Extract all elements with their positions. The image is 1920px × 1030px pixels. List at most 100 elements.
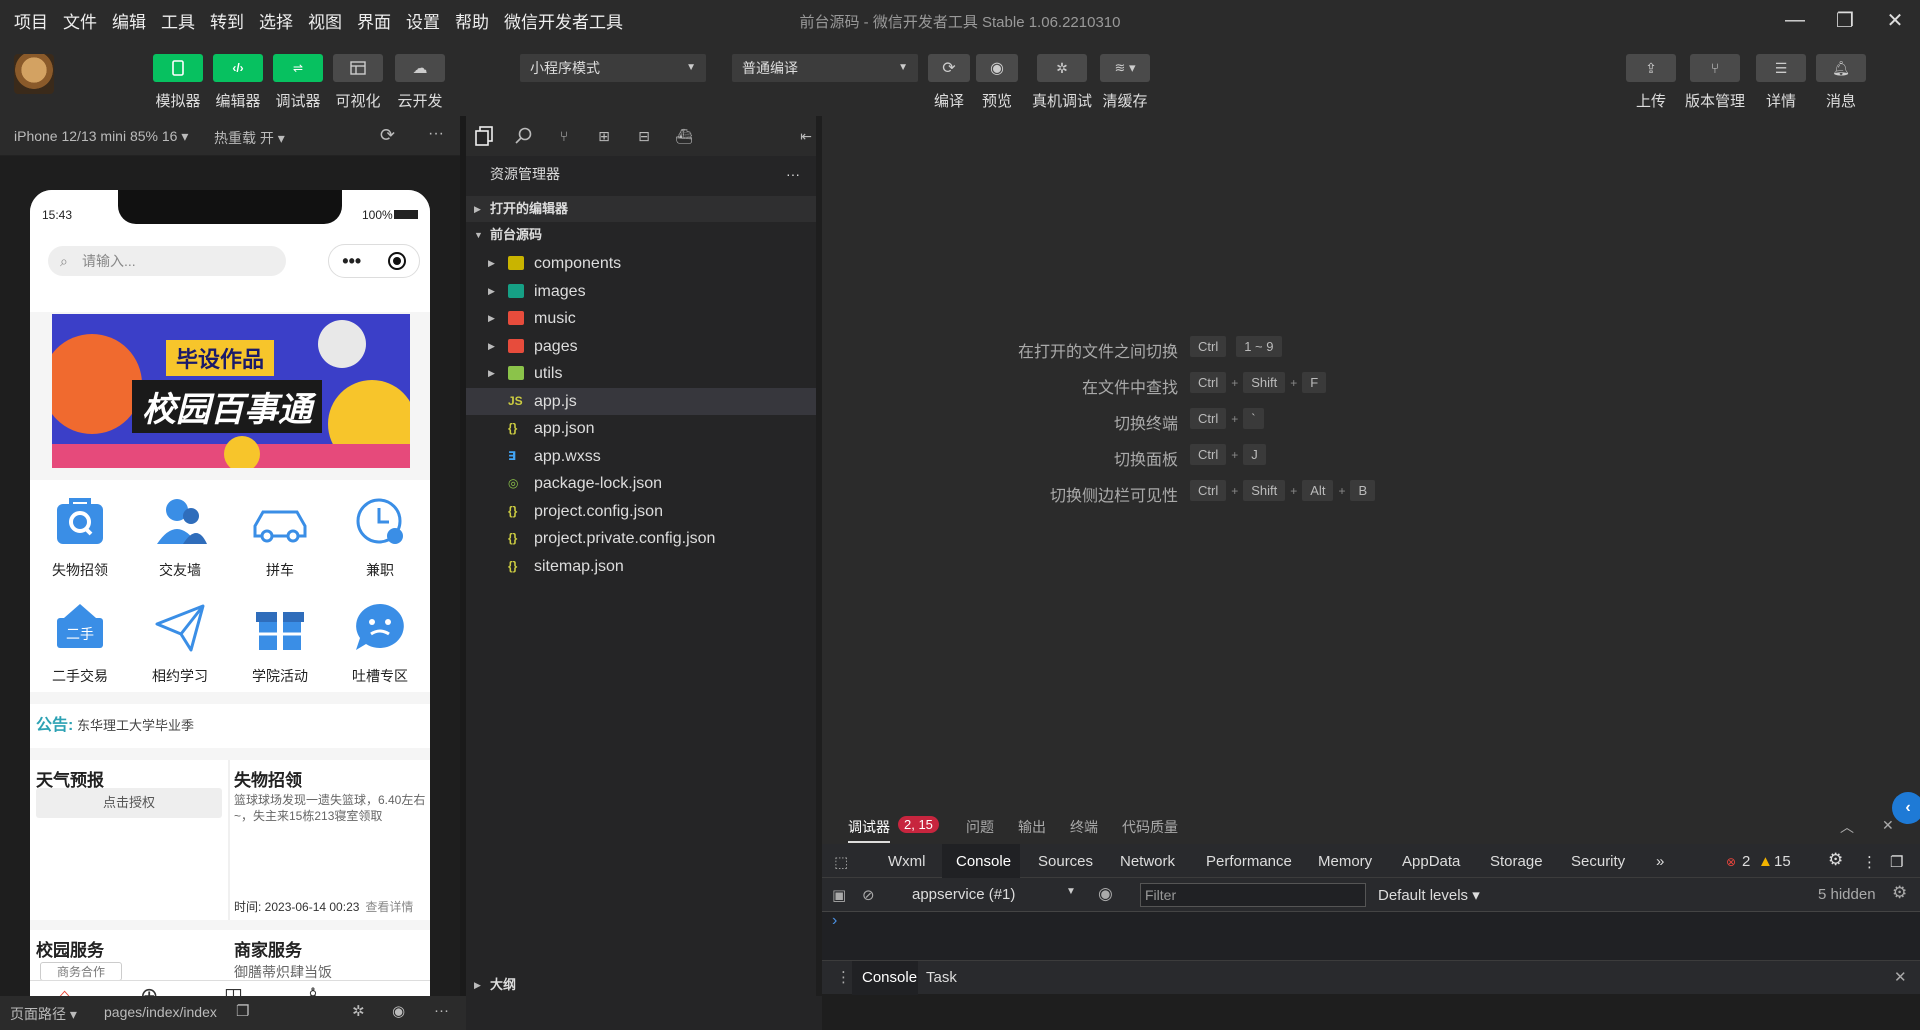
inspect-icon[interactable]: ⬚ (834, 853, 848, 871)
docker-icon[interactable]: ⛴︎ (672, 124, 696, 148)
debugger-toggle-button[interactable]: ⇌ (273, 54, 323, 82)
panel-console[interactable]: Console (956, 853, 1011, 870)
tree-folder[interactable]: ▶ music (466, 305, 822, 332)
open-editors-section[interactable]: ▶ 打开的编辑器 (466, 196, 822, 222)
preview-button[interactable]: ◉ (976, 54, 1018, 82)
panel-memory[interactable]: Memory (1318, 853, 1372, 870)
panel-wxml[interactable]: Wxml (888, 853, 926, 870)
menu-item-interface[interactable]: 界面 (357, 8, 391, 33)
menu-item-settings[interactable]: 设置 (406, 8, 440, 33)
more-icon[interactable]: ··· (434, 1002, 449, 1019)
compile-button[interactable]: ⟳ (928, 54, 970, 82)
panel-appdata[interactable]: AppData (1402, 853, 1460, 870)
menu-item-edit[interactable]: 编辑 (112, 8, 146, 33)
context-select[interactable]: appservice (#1) (912, 886, 1015, 903)
extensions-icon[interactable]: ⊞ (592, 124, 616, 148)
details-button[interactable]: ☰ (1756, 54, 1806, 82)
bag-icon[interactable]: ◫ (224, 983, 243, 996)
avatar[interactable] (14, 54, 54, 94)
source-control-icon[interactable]: ⑂ (552, 124, 576, 148)
storage-icon[interactable]: ⊟ (632, 124, 656, 148)
eye-icon[interactable]: ◉ (1098, 884, 1113, 904)
tab-debugger[interactable]: 调试器 (848, 817, 890, 843)
outline-section[interactable]: ▶ 大纲 (466, 972, 822, 998)
grid-item-carpool[interactable]: 拼车 (230, 490, 330, 580)
version-button[interactable]: ⑂ (1690, 54, 1740, 82)
drawer-menu-icon[interactable]: ⋮ (836, 968, 851, 986)
menu-item-project[interactable]: 项目 (14, 8, 48, 33)
drawer-tab-task[interactable]: Task (926, 969, 957, 986)
tab-code-quality[interactable]: 代码质量 (1122, 817, 1178, 837)
panel-security[interactable]: Security (1571, 853, 1625, 870)
cloud-button[interactable]: ☁ (395, 54, 445, 82)
grid-item-part-time[interactable]: 兼职 (330, 490, 430, 580)
warning-count[interactable]: 15 (1774, 853, 1791, 870)
simulator-toggle-button[interactable] (153, 54, 203, 82)
panel-performance[interactable]: Performance (1206, 853, 1292, 870)
rotate-icon[interactable]: ⟳ (380, 125, 395, 146)
tab-output[interactable]: 输出 (1018, 817, 1046, 837)
notice-bar[interactable]: 公告: 东华理工大学毕业季 (30, 704, 430, 748)
error-count[interactable]: 2 (1742, 853, 1750, 870)
bug-icon[interactable]: ✲ (352, 1002, 365, 1020)
tab-problems[interactable]: 问题 (966, 817, 994, 837)
menu-item-select[interactable]: 选择 (259, 8, 293, 33)
tree-file[interactable]: {} project.private.config.json (466, 525, 822, 552)
close-panel-icon[interactable]: ✕ (1882, 817, 1894, 834)
view-details-link[interactable]: 查看详情 (365, 900, 413, 914)
filter-input[interactable]: Filter (1140, 883, 1366, 907)
explorer-more-icon[interactable]: ··· (786, 156, 800, 192)
tab-terminal[interactable]: 终端 (1070, 817, 1098, 837)
grid-item-lost-found[interactable]: 失物招领 (30, 490, 130, 580)
editor-toggle-button[interactable]: ‹/› (213, 54, 263, 82)
panel-sources[interactable]: Sources (1038, 853, 1093, 870)
tree-folder[interactable]: ▶ components (466, 250, 822, 277)
gear-icon[interactable]: ⚙ (1892, 883, 1907, 903)
tree-file[interactable]: {} project.config.json (466, 498, 822, 525)
menu-item-help[interactable]: 帮助 (455, 8, 489, 33)
menu-item-goto[interactable]: 转到 (210, 8, 244, 33)
grid-item-study[interactable]: 相约学习 (130, 596, 230, 686)
panel-storage[interactable]: Storage (1490, 853, 1543, 870)
banner[interactable]: 毕设作品 校园百事通 (52, 314, 410, 468)
tree-file[interactable]: ◎ package-lock.json (466, 470, 822, 497)
more-panels-icon[interactable]: » (1656, 853, 1664, 870)
panel-network[interactable]: Network (1120, 853, 1175, 870)
tree-file[interactable]: {} sitemap.json (466, 553, 822, 580)
tree-file[interactable]: JS app.js (466, 387, 822, 415)
user-icon[interactable]: ♙ (304, 983, 322, 996)
mode-select[interactable]: 小程序模式 ▼ (520, 54, 706, 82)
grid-item-secondhand[interactable]: 二手 二手交易 (30, 596, 130, 686)
files-icon[interactable] (472, 124, 496, 148)
auth-button[interactable]: 点击授权 (36, 788, 222, 818)
copy-icon[interactable]: ❐ (236, 1002, 249, 1020)
tree-file[interactable]: ∃ app.wxss (466, 443, 822, 470)
sidebar-toggle-icon[interactable]: ▣ (832, 886, 846, 904)
close-drawer-icon[interactable]: ✕ (1894, 968, 1907, 986)
upload-button[interactable]: ⇪ (1626, 54, 1676, 82)
tree-folder[interactable]: ▶ pages (466, 333, 822, 360)
real-debug-button[interactable]: ✲ (1037, 54, 1087, 82)
tree-folder[interactable]: ▶ images (466, 278, 822, 305)
tree-file[interactable]: {} app.json (466, 415, 822, 442)
hot-reload-select[interactable]: 热重载 开 ▾ (214, 128, 285, 148)
grid-item-complaints[interactable]: 吐槽专区 (330, 596, 430, 686)
maximize-icon[interactable]: ❐ (1820, 0, 1870, 40)
close-miniprogram-icon[interactable] (387, 252, 406, 270)
console-output[interactable]: › (822, 912, 1920, 966)
close-icon[interactable]: ✕ (1870, 0, 1920, 40)
clear-cache-button[interactable]: ≋ ▾ (1100, 54, 1150, 82)
project-section[interactable]: ▼ 前台源码 (466, 222, 822, 248)
grid-item-activities[interactable]: 学院活动 (230, 596, 330, 686)
dock-icon[interactable]: ❐ (1890, 853, 1903, 871)
messages-button[interactable]: 🔔︎ (1816, 54, 1866, 82)
menu-item-wechat-devtools[interactable]: 微信开发者工具 (504, 8, 623, 33)
collapse-panel-icon[interactable]: ⇤ (794, 124, 818, 148)
eye-icon[interactable]: ◉ (392, 1002, 405, 1020)
minimize-icon[interactable]: — (1770, 0, 1820, 40)
business-coop-button[interactable]: 商务合作 (40, 962, 123, 981)
visual-button[interactable] (333, 54, 383, 82)
menu-item-tools[interactable]: 工具 (161, 8, 195, 33)
add-circle-icon[interactable]: ⊕ (140, 983, 158, 996)
chevron-up-icon[interactable]: ︿ (1840, 817, 1854, 837)
